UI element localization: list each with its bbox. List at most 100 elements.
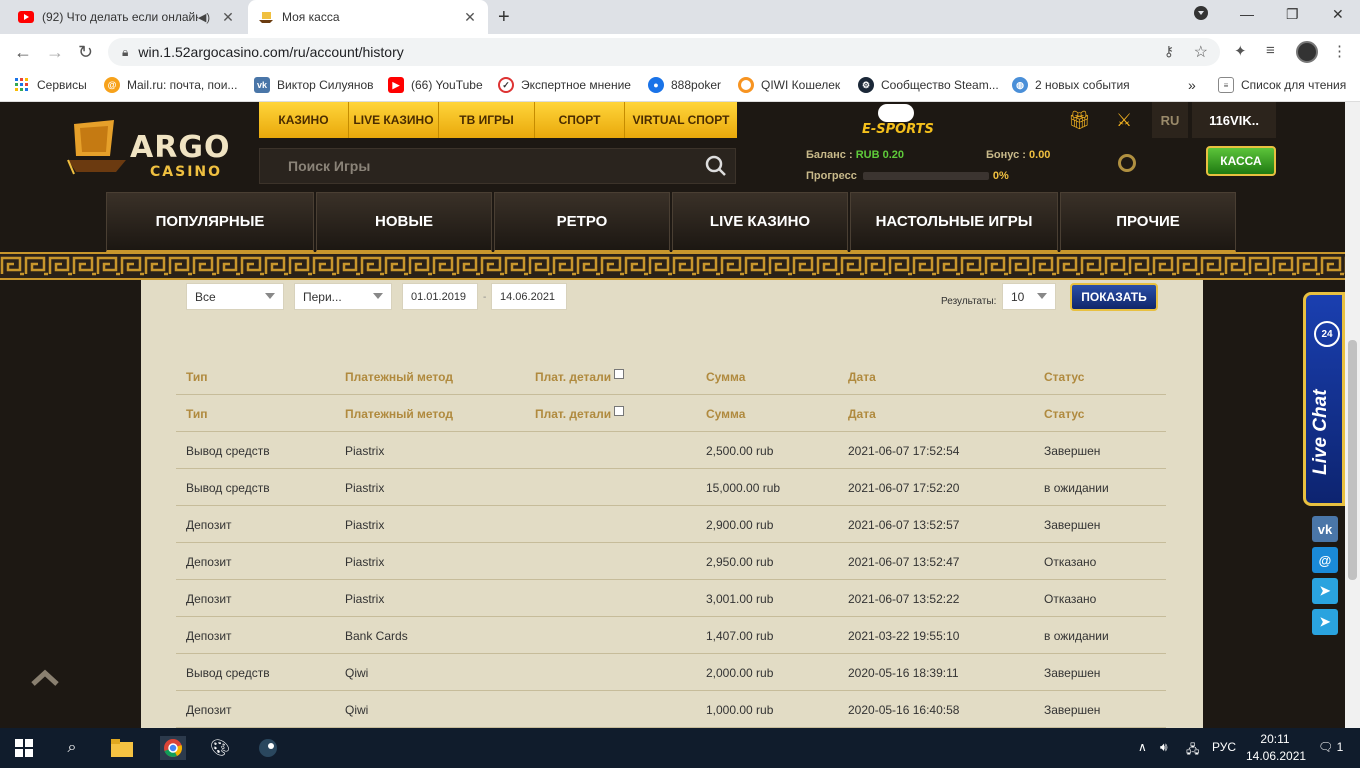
extensions-icon[interactable]: ✦ — [1234, 42, 1247, 60]
nav-tv-games[interactable]: ТВ ИГРЫ — [439, 102, 535, 138]
kassa-button[interactable]: КАССА — [1206, 146, 1276, 176]
menu-icon[interactable]: ⋮ — [1332, 42, 1347, 60]
logo-casino-text: CASINO — [150, 164, 223, 180]
close-window-icon[interactable]: ✕ — [1332, 6, 1344, 23]
page-scrollbar[interactable] — [1345, 102, 1360, 728]
tab-title: (92) Что делать если онлайн — [42, 10, 198, 24]
system-clock[interactable]: 20:11 14.06.2021 — [1246, 731, 1306, 765]
mailru-icon: @ — [104, 77, 120, 93]
forward-icon[interactable]: → — [46, 42, 64, 63]
category-popular[interactable]: ПОПУЛЯРНЫЕ — [106, 192, 314, 252]
media-control-icon[interactable]: ≡ — [1266, 42, 1275, 59]
youtube-icon: ▶ — [388, 77, 404, 93]
back-icon[interactable]: ← — [14, 42, 32, 63]
vk-icon[interactable]: vk — [1312, 516, 1338, 542]
table-row: Вывод средств Qiwi 2,000.00 rub 2020-05-16 … — [176, 654, 1166, 691]
history-panel: Все Пери... 01.01.2019 - 14.06.2021 Резу… — [141, 280, 1203, 728]
bookmark-youtube[interactable]: ▶ (66) YouTube — [388, 77, 483, 93]
bookmark-events[interactable]: ◍ 2 новых события — [1012, 77, 1130, 93]
history-table: Тип Платежный метод Плат. детали Сумма Д… — [176, 358, 1166, 728]
table-header: Тип Платежный метод Плат. детали Сумма Д… — [176, 395, 1166, 432]
category-new[interactable]: НОВЫЕ — [316, 192, 492, 252]
search-icon[interactable] — [705, 155, 727, 177]
network-icon[interactable]: 🖧︎ — [1186, 740, 1199, 761]
volume-icon[interactable]: 🔊︎ — [1160, 740, 1168, 755]
speaker-icon[interactable]: ◀) — [198, 11, 210, 24]
telegram-icon[interactable]: ➤ — [1312, 609, 1338, 635]
live-chat-button[interactable]: 24 Live Chat — [1303, 292, 1345, 506]
bookmark-services[interactable]: Сервисы — [14, 77, 87, 93]
bookmark-expert[interactable]: ✓ Экспертное мнение — [498, 77, 631, 93]
close-tab-icon[interactable]: ✕ — [220, 9, 236, 26]
coin-icon[interactable] — [1118, 154, 1136, 172]
telegram-icon[interactable]: ➤ — [1312, 578, 1338, 604]
restore-icon[interactable]: ❐ — [1286, 6, 1299, 23]
close-tab-icon[interactable]: ✕ — [462, 9, 478, 26]
tab-youtube[interactable]: (92) Что делать если онлайн ◀) ✕ — [8, 0, 246, 34]
table-cell: Завершен — [1044, 702, 1101, 717]
bookmark-mailru[interactable]: @ Mail.ru: почта, пои... — [104, 77, 237, 93]
nav-casino[interactable]: КАЗИНО — [259, 102, 349, 138]
tab-search-icon[interactable] — [1194, 6, 1208, 23]
ship-favicon-icon — [258, 9, 274, 25]
new-tab-icon[interactable]: + — [498, 6, 510, 29]
language-select[interactable]: RU — [1152, 102, 1188, 138]
search-input[interactable] — [288, 158, 688, 174]
bookmark-qiwi[interactable]: QIWI Кошелек — [738, 77, 840, 93]
table-cell: 15,000.00 rub — [706, 480, 781, 495]
profile-avatar[interactable] — [1296, 41, 1318, 63]
tab-my-cashier[interactable]: Моя касса ✕ — [248, 0, 488, 34]
file-explorer-icon[interactable] — [110, 736, 134, 760]
table-cell: 2021-03-22 19:55:10 — [848, 628, 960, 643]
details-checkbox[interactable] — [614, 368, 625, 379]
more-bookmarks-button[interactable]: » — [1188, 77, 1196, 93]
nav-live-casino[interactable]: LIVE КАЗИНО — [349, 102, 439, 138]
scroll-to-top-icon[interactable] — [30, 668, 60, 688]
results-select[interactable]: 10 — [1002, 283, 1056, 310]
esports-link[interactable]: E-SPORTS — [858, 104, 934, 140]
table-cell: Депозит — [186, 702, 232, 717]
steam-icon[interactable] — [256, 736, 280, 760]
type-select[interactable]: Все — [186, 283, 284, 310]
bookmark-888poker[interactable]: ● 888poker — [648, 77, 721, 93]
tournament-icon[interactable]: ⚔ — [1116, 110, 1132, 131]
category-table-games[interactable]: НАСТОЛЬНЫЕ ИГРЫ — [850, 192, 1058, 252]
user-menu[interactable]: 116VIK.. — [1192, 102, 1276, 138]
show-button[interactable]: ПОКАЗАТЬ — [1070, 283, 1158, 311]
date-from-input[interactable]: 01.01.2019 — [402, 283, 478, 310]
table-cell: Bank Cards — [345, 628, 408, 643]
reload-icon[interactable]: ↻ — [78, 42, 93, 63]
period-select[interactable]: Пери... — [294, 283, 392, 310]
keyboard-language[interactable]: РУС — [1212, 740, 1236, 754]
table-cell: в ожидании — [1044, 480, 1109, 495]
reading-list-button[interactable]: ≡ Список для чтения — [1218, 77, 1346, 93]
chrome-icon[interactable] — [160, 736, 186, 760]
argo-logo[interactable]: ARGO CASINO — [66, 116, 236, 182]
notification-center-icon[interactable]: 🗨︎ 1 — [1318, 740, 1343, 754]
nav-virtual-sport[interactable]: VIRTUAL СПОРТ — [625, 102, 737, 138]
category-live-casino[interactable]: LIVE КАЗИНО — [672, 192, 848, 252]
tray-chevron-icon[interactable]: ∧ — [1138, 740, 1147, 754]
date-to-input[interactable]: 14.06.2021 — [491, 283, 567, 310]
table-cell: Депозит — [186, 628, 232, 643]
bookmark-vk[interactable]: vk Виктор Силуянов — [254, 77, 374, 93]
table-cell: Piastrix — [345, 443, 385, 458]
mailru-icon[interactable]: @ — [1312, 547, 1338, 573]
windows-start-icon[interactable] — [12, 736, 36, 760]
minimize-icon[interactable]: — — [1240, 6, 1254, 22]
paint-icon[interactable]: 🎨︎ — [208, 736, 232, 760]
lock-icon[interactable]: 🔒︎ — [122, 45, 128, 60]
category-retro[interactable]: РЕТРО — [494, 192, 670, 252]
url-bar[interactable]: 🔒︎ win.1.52argocasino.com/ru/account/his… — [108, 38, 1220, 66]
table-cell: Депозит — [186, 591, 232, 606]
details-checkbox[interactable] — [614, 405, 625, 416]
nav-sport[interactable]: СПОРТ — [535, 102, 625, 138]
youtube-icon — [18, 9, 34, 25]
category-other[interactable]: ПРОЧИЕ — [1060, 192, 1236, 252]
bookmark-steam[interactable]: ⚙ Сообщество Steam... — [858, 77, 999, 93]
key-icon[interactable]: ⚷ — [1164, 43, 1174, 60]
bookmark-star-icon[interactable]: ☆ — [1194, 42, 1208, 62]
search-icon[interactable]: ⌕ — [60, 736, 84, 760]
gift-icon[interactable]: 🎁︎ — [1068, 110, 1091, 131]
scrollbar-thumb[interactable] — [1348, 340, 1357, 580]
